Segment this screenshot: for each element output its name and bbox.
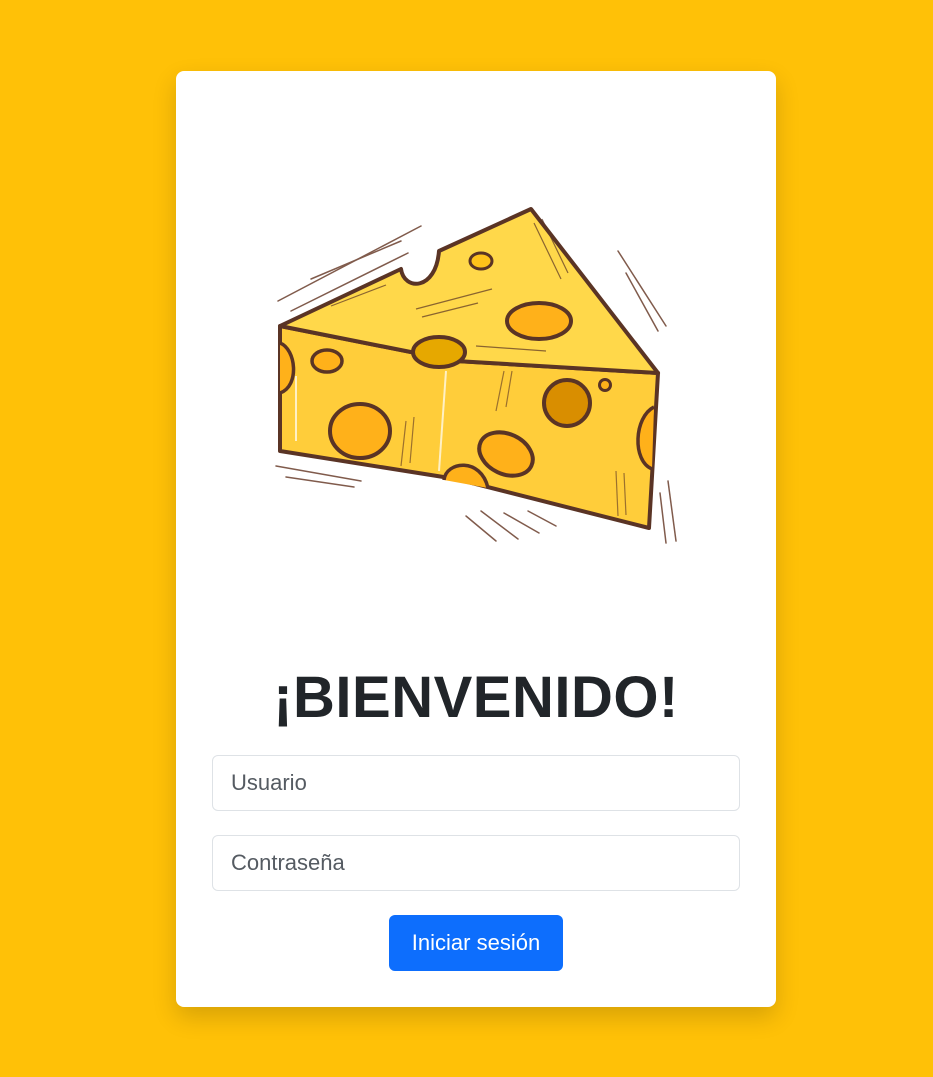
login-card: ¡BIENVENIDO! Iniciar sesión — [176, 71, 776, 1007]
password-input[interactable] — [212, 835, 740, 891]
username-input[interactable] — [212, 755, 740, 811]
cheese-illustration — [256, 181, 696, 581]
login-button[interactable]: Iniciar sesión — [389, 915, 563, 971]
welcome-title: ¡BIENVENIDO! — [273, 665, 679, 730]
